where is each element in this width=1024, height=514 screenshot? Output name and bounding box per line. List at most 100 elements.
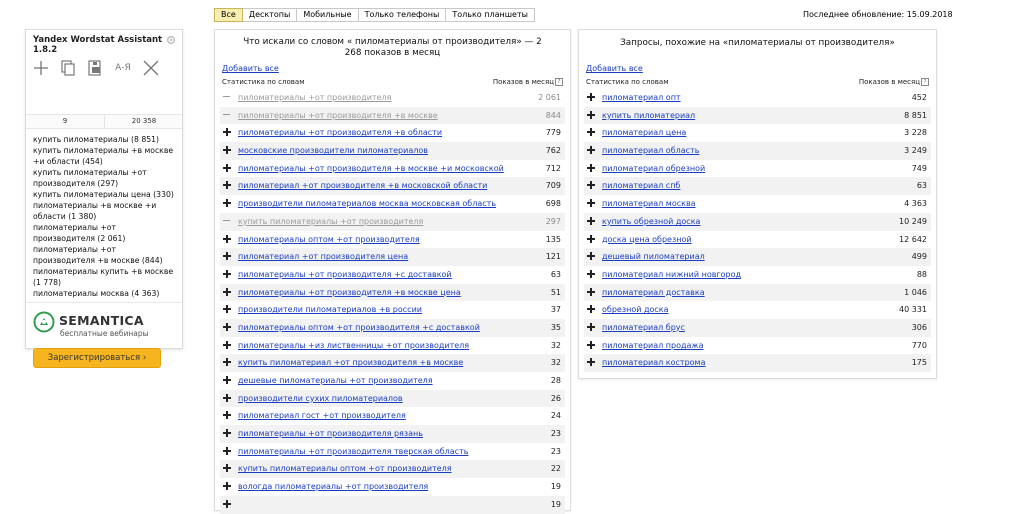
assistant-list-item[interactable]: купить пиломатериалы +от производителя (…: [33, 167, 179, 189]
help-icon[interactable]: ?: [921, 78, 929, 86]
keyword-link[interactable]: производители пиломатериалов +в россии: [238, 305, 422, 314]
assistant-list-item[interactable]: пиломатериалы купить +в москве (1 778): [33, 266, 179, 288]
plus-icon[interactable]: [587, 358, 595, 367]
minus-icon[interactable]: [223, 111, 231, 119]
keyword-link[interactable]: пиломатериалы +от производителя тверская…: [238, 447, 468, 456]
copy-icon[interactable]: [59, 59, 77, 77]
keyword-link[interactable]: дешевый пиломатериал: [602, 252, 705, 261]
keyword-link[interactable]: пиломатериалы +от производителя +в москв…: [238, 164, 504, 173]
keyword-link[interactable]: производители пиломатериалов москва моск…: [238, 199, 496, 208]
plus-icon[interactable]: [223, 287, 231, 296]
tab-desktops[interactable]: Десктопы: [242, 8, 298, 22]
plus-icon[interactable]: [223, 429, 231, 438]
plus-icon[interactable]: [223, 322, 231, 331]
plus-icon[interactable]: [223, 482, 231, 491]
keyword-link[interactable]: пиломатериал продажа: [602, 341, 704, 350]
assistant-list-item[interactable]: пиломатериалы +от производителя +в москв…: [33, 244, 179, 266]
keyword-link[interactable]: купить пиломатериал +от производителя +в…: [238, 358, 463, 367]
plus-icon[interactable]: [223, 181, 231, 190]
keyword-link[interactable]: пиломатериал доставка: [602, 288, 705, 297]
keyword-link[interactable]: обрезной доска: [602, 305, 669, 314]
keyword-link[interactable]: пиломатериал опт: [602, 93, 681, 102]
register-button[interactable]: Зарегистрироваться ›: [33, 348, 161, 368]
keyword-link[interactable]: пиломатериал область: [602, 146, 699, 155]
close-icon[interactable]: [142, 59, 160, 77]
keyword-link[interactable]: пиломатериал +от производителя цена: [238, 252, 408, 261]
plus-icon[interactable]: [223, 376, 231, 384]
plus-icon[interactable]: [587, 322, 595, 331]
keyword-link[interactable]: пиломатериалы оптом +от производителя: [238, 235, 420, 244]
plus-icon[interactable]: [587, 252, 595, 261]
keyword-link[interactable]: вологда пиломатериалы +от производителя: [238, 482, 428, 491]
keyword-link[interactable]: пиломатериалы оптом +от производителя +с…: [238, 323, 480, 332]
keyword-link[interactable]: пиломатериал цена: [602, 128, 686, 137]
plus-icon[interactable]: [223, 464, 231, 473]
plus-icon[interactable]: [223, 269, 231, 278]
keyword-link[interactable]: пиломатериал кострома: [602, 358, 706, 367]
assistant-list-item[interactable]: пиломатериалы +от производителя (2 061): [33, 222, 179, 244]
keyword-link[interactable]: пиломатериалы +от производителя +в москв…: [238, 288, 461, 297]
keyword-link[interactable]: пиломатериалы +от производителя рязань: [238, 429, 423, 438]
keyword-link[interactable]: пиломатериал москва: [602, 199, 696, 208]
tab-all[interactable]: Все: [214, 8, 243, 22]
plus-icon[interactable]: [587, 110, 595, 119]
keyword-link[interactable]: пиломатериал +от производителя +в москов…: [238, 181, 487, 190]
plus-icon[interactable]: [223, 499, 231, 508]
keyword-link[interactable]: пиломатериалы +от производителя +в москв…: [238, 111, 438, 120]
plus-icon[interactable]: [223, 340, 231, 349]
plus-icon[interactable]: [587, 287, 595, 296]
plus-icon[interactable]: [223, 199, 231, 208]
plus-icon[interactable]: [223, 234, 231, 243]
minus-icon[interactable]: [223, 93, 231, 101]
plus-icon[interactable]: [587, 234, 595, 243]
keyword-link[interactable]: купить обрезной доска: [602, 217, 700, 226]
assistant-list-item[interactable]: купить пиломатериалы (8 851): [33, 134, 179, 145]
assistant-list-item[interactable]: пиломатериалы москва (4 363): [33, 288, 179, 299]
keyword-link[interactable]: московские производители пиломатериалов: [238, 146, 428, 155]
help-icon[interactable]: ?: [555, 78, 563, 86]
keyword-link[interactable]: пиломатериал гост +от производителя: [238, 411, 406, 420]
plus-icon[interactable]: [587, 146, 595, 155]
tab-tablets-only[interactable]: Только планшеты: [446, 8, 535, 22]
keyword-link[interactable]: пиломатериалы +от производителя: [238, 93, 391, 102]
keyword-link[interactable]: купить пиломатериалы оптом +от производи…: [238, 464, 452, 473]
keyword-link[interactable]: пиломатериал обрезной: [602, 164, 705, 173]
sort-az-icon[interactable]: А-Я: [112, 59, 134, 77]
keyword-link[interactable]: пиломатериалы +из лиственницы +от произв…: [238, 341, 469, 350]
gear-icon[interactable]: [166, 35, 176, 45]
add-icon[interactable]: [32, 59, 50, 77]
plus-icon[interactable]: [223, 128, 231, 137]
plus-icon[interactable]: [223, 358, 231, 367]
plus-icon[interactable]: [587, 181, 595, 190]
plus-icon[interactable]: [223, 446, 231, 455]
right-add-all-link[interactable]: Добавить все: [586, 64, 643, 73]
plus-icon[interactable]: [587, 216, 595, 225]
plus-icon[interactable]: [587, 199, 595, 208]
plus-icon[interactable]: [587, 305, 595, 314]
assistant-list-item[interactable]: купить пиломатериалы +в москве +и област…: [33, 145, 179, 167]
plus-icon[interactable]: [223, 305, 231, 314]
plus-icon[interactable]: [587, 269, 595, 278]
plus-icon[interactable]: [587, 340, 595, 349]
keyword-link[interactable]: купить пиломатериалы +от производителя: [238, 217, 423, 226]
keyword-link[interactable]: пиломатериал нижний новгород: [602, 270, 741, 279]
plus-icon[interactable]: [223, 163, 231, 172]
plus-icon[interactable]: [587, 128, 595, 137]
assistant-list-item[interactable]: пиломатериалы +в москве +и области (1 38…: [33, 200, 179, 222]
minus-icon[interactable]: [223, 217, 231, 225]
keyword-link[interactable]: производители сухих пиломатериалов: [238, 394, 403, 403]
keyword-link[interactable]: купить пиломатериал: [602, 111, 695, 120]
keyword-link[interactable]: пиломатериал брус: [602, 323, 685, 332]
plus-icon[interactable]: [587, 93, 595, 101]
export-icon[interactable]: [86, 59, 104, 77]
keyword-link[interactable]: пиломатериалы +от производителя +в облас…: [238, 128, 442, 137]
keyword-link[interactable]: пиломатериалы +от производителя +с доста…: [238, 270, 452, 279]
plus-icon[interactable]: [587, 163, 595, 172]
assistant-list-item[interactable]: купить пиломатериалы цена (330): [33, 189, 179, 200]
tab-phones-only[interactable]: Только телефоны: [358, 8, 447, 22]
keyword-link[interactable]: дешевые пиломатериалы +от производителя: [238, 376, 433, 385]
plus-icon[interactable]: [223, 252, 231, 261]
plus-icon[interactable]: [223, 146, 231, 155]
plus-icon[interactable]: [223, 411, 231, 420]
keyword-link[interactable]: доска цена обрезной: [602, 235, 692, 244]
